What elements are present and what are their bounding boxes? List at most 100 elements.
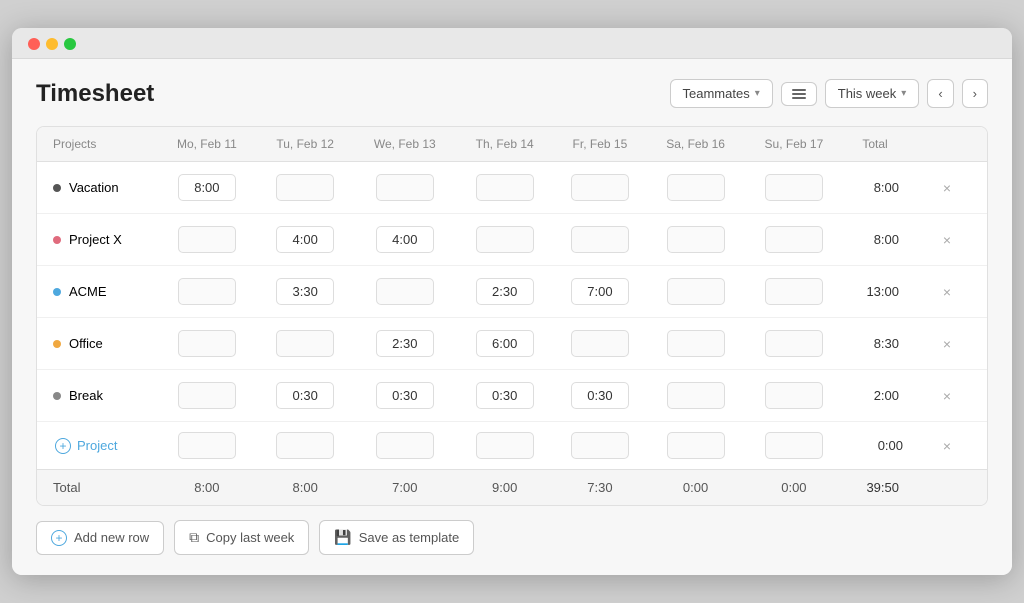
row-total: 8:00 [843,162,907,214]
add-project-day4[interactable] [571,432,629,459]
delete-row-button[interactable]: × [939,229,955,251]
time-input-row2-day4[interactable] [571,278,629,305]
row-total: 13:00 [843,266,907,318]
footer-total: 39:50 [843,470,907,506]
project-dot [53,184,61,192]
project-name-cell: Break [37,378,157,413]
delete-row-button[interactable]: × [939,333,955,355]
time-input-row1-day0[interactable] [178,226,236,253]
next-week-button[interactable]: › [962,79,988,108]
time-input-row3-day6[interactable] [765,330,823,357]
row-total: 8:00 [843,214,907,266]
time-input-row3-day3[interactable] [476,330,534,357]
time-input-row2-day5[interactable] [667,278,725,305]
time-input-row3-day0[interactable] [178,330,236,357]
time-input-row4-day1[interactable] [276,382,334,409]
time-input-row0-day1[interactable] [276,174,334,201]
save-template-label: Save as template [359,530,459,545]
time-input-row2-day1[interactable] [276,278,334,305]
row-total: 2:00 [843,370,907,422]
time-input-row2-day6[interactable] [765,278,823,305]
time-input-row1-day4[interactable] [571,226,629,253]
prev-week-button[interactable]: ‹ [927,79,953,108]
table-row: Break 2:00 × [37,370,987,422]
table-row: Vacation 8:00 × [37,162,987,214]
time-input-row3-day1[interactable] [276,330,334,357]
time-input-row2-day0[interactable] [178,278,236,305]
list-view-button[interactable] [781,82,817,106]
footer-sun: 0:00 [745,470,843,506]
time-input-row4-day6[interactable] [765,382,823,409]
add-project-day6[interactable] [765,432,823,459]
col-header-total: Total [843,127,907,162]
time-input-row0-day2[interactable] [376,174,434,201]
time-input-row4-day0[interactable] [178,382,236,409]
add-project-day0[interactable] [178,432,236,459]
delete-row-button[interactable]: × [939,281,955,303]
time-input-row1-day1[interactable] [276,226,334,253]
delete-row-button[interactable]: × [939,385,955,407]
add-project-label[interactable]: + Project [41,438,153,454]
add-project-day2[interactable] [376,432,434,459]
time-input-row0-day4[interactable] [571,174,629,201]
project-name: Vacation [69,180,119,195]
add-project-delete-button[interactable]: × [939,435,955,457]
time-input-row0-day0[interactable] [178,174,236,201]
time-input-row4-day2[interactable] [376,382,434,409]
page-title: Timesheet [36,80,154,108]
delete-row-button[interactable]: × [939,177,955,199]
add-project-row[interactable]: + Project 0:00× [37,422,987,470]
teammates-chevron-icon: ▾ [755,88,760,99]
minimize-button[interactable] [46,38,58,50]
delete-cell: × [907,162,987,214]
col-header-thu: Th, Feb 14 [456,127,553,162]
time-input-row1-day3[interactable] [476,226,534,253]
add-new-row-button[interactable]: + Add new row [36,521,164,555]
col-header-projects: Projects [37,127,157,162]
footer-sat: 0:00 [646,470,744,506]
project-name-cell: Office [37,326,157,361]
time-input-row1-day5[interactable] [667,226,725,253]
time-input-row1-day2[interactable] [376,226,434,253]
time-input-row0-day3[interactable] [476,174,534,201]
save-as-template-button[interactable]: 💾 Save as template [319,520,474,555]
timesheet-table: Projects Mo, Feb 11 Tu, Feb 12 We, Feb 1… [37,127,987,505]
time-input-row4-day3[interactable] [476,382,534,409]
time-input-row2-day2[interactable] [376,278,434,305]
col-header-sun: Su, Feb 17 [745,127,843,162]
add-project-day3[interactable] [476,432,534,459]
teammates-label: Teammates [683,86,750,101]
time-input-row0-day6[interactable] [765,174,823,201]
copy-last-week-button[interactable]: ⧉ Copy last week [174,520,309,555]
list-view-icon [792,89,806,99]
project-dot [53,392,61,400]
app-header: Timesheet Teammates ▾ This week ▾ ‹ › [36,79,988,108]
col-header-fri: Fr, Feb 15 [553,127,646,162]
time-input-row1-day6[interactable] [765,226,823,253]
close-button[interactable] [28,38,40,50]
table-row: ACME 13:00× [37,266,987,318]
teammates-button[interactable]: Teammates ▾ [670,79,773,108]
time-input-row4-day4[interactable] [571,382,629,409]
maximize-button[interactable] [64,38,76,50]
time-input-row4-day5[interactable] [667,382,725,409]
project-name: Project X [69,232,122,247]
time-input-row3-day4[interactable] [571,330,629,357]
time-input-row3-day5[interactable] [667,330,725,357]
add-project-plus-icon: + [55,438,71,454]
col-header-wed: We, Feb 13 [354,127,456,162]
project-name: Break [69,388,103,403]
save-template-icon: 💾 [334,529,351,546]
project-dot [53,340,61,348]
add-project-day5[interactable] [667,432,725,459]
time-input-row0-day5[interactable] [667,174,725,201]
time-input-row3-day2[interactable] [376,330,434,357]
add-project-day1[interactable] [276,432,334,459]
add-row-plus-icon: + [51,530,67,546]
this-week-button[interactable]: This week ▾ [825,79,920,108]
col-header-tue: Tu, Feb 12 [257,127,354,162]
footer-tue: 8:00 [257,470,354,506]
footer-label: Total [37,470,157,506]
time-input-row2-day3[interactable] [476,278,534,305]
footer-fri: 7:30 [553,470,646,506]
